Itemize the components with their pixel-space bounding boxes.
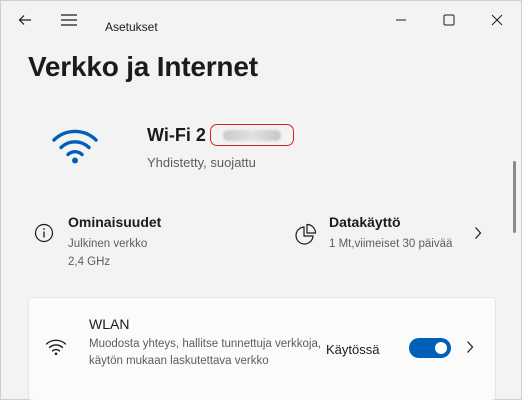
redacted-ssid (209, 124, 294, 146)
navigation-menu-button[interactable] (57, 8, 81, 32)
app-title: Asetukset (105, 20, 158, 34)
back-button[interactable] (13, 8, 37, 32)
network-band: 2,4 GHz (68, 256, 111, 268)
minimize-icon (396, 19, 406, 21)
wlan-card[interactable]: WLAN Muodosta yhteys, hallitse tunnettuj… (28, 297, 496, 400)
toggle-knob (435, 342, 447, 354)
wlan-toggle[interactable] (409, 338, 451, 358)
vertical-scrollbar[interactable] (513, 161, 516, 233)
wifi-icon (51, 127, 99, 172)
page-title: Verkko ja Internet (28, 51, 258, 82)
properties-title: Ominaisuudet (68, 214, 162, 230)
back-arrow-icon (18, 15, 31, 25)
network-name: Wi-Fi 2 (147, 124, 206, 145)
data-usage-title: Datakäyttö (329, 214, 401, 230)
network-status: Yhdistetty, suojattu (147, 155, 256, 170)
minimize-button[interactable] (389, 8, 413, 32)
info-icon (34, 223, 54, 243)
network-profile-type: Julkinen verkko (68, 238, 148, 250)
maximize-icon (443, 14, 455, 26)
hamburger-menu-icon (61, 14, 77, 26)
settings-window: Asetukset Verkko ja Internet Wi-Fi 2 Yhd… (0, 0, 522, 400)
wifi-icon (45, 339, 67, 356)
chevron-right-icon (467, 341, 474, 353)
data-usage-button[interactable]: Datakäyttö 1 Mt,viimeiset 30 päivää (291, 206, 496, 271)
network-name-row: Wi-Fi 2 (147, 124, 294, 146)
wlan-description: Muodosta yhteys, hallitse tunnettuja ver… (89, 338, 322, 367)
data-usage-summary: 1 Mt,viimeiset 30 päivää (329, 238, 453, 250)
pie-chart-icon (295, 223, 317, 245)
close-button[interactable] (485, 8, 509, 32)
maximize-button[interactable] (437, 8, 461, 32)
close-icon (491, 14, 503, 26)
wlan-state-label: Käytössä (326, 342, 380, 357)
title-bar: Asetukset (1, 1, 521, 39)
blurred-ssid-text (222, 129, 281, 141)
wlan-title: WLAN (89, 316, 130, 332)
properties-button[interactable]: Ominaisuudet Julkinen verkko 2,4 GHz (28, 206, 273, 271)
chevron-right-icon (475, 227, 482, 239)
